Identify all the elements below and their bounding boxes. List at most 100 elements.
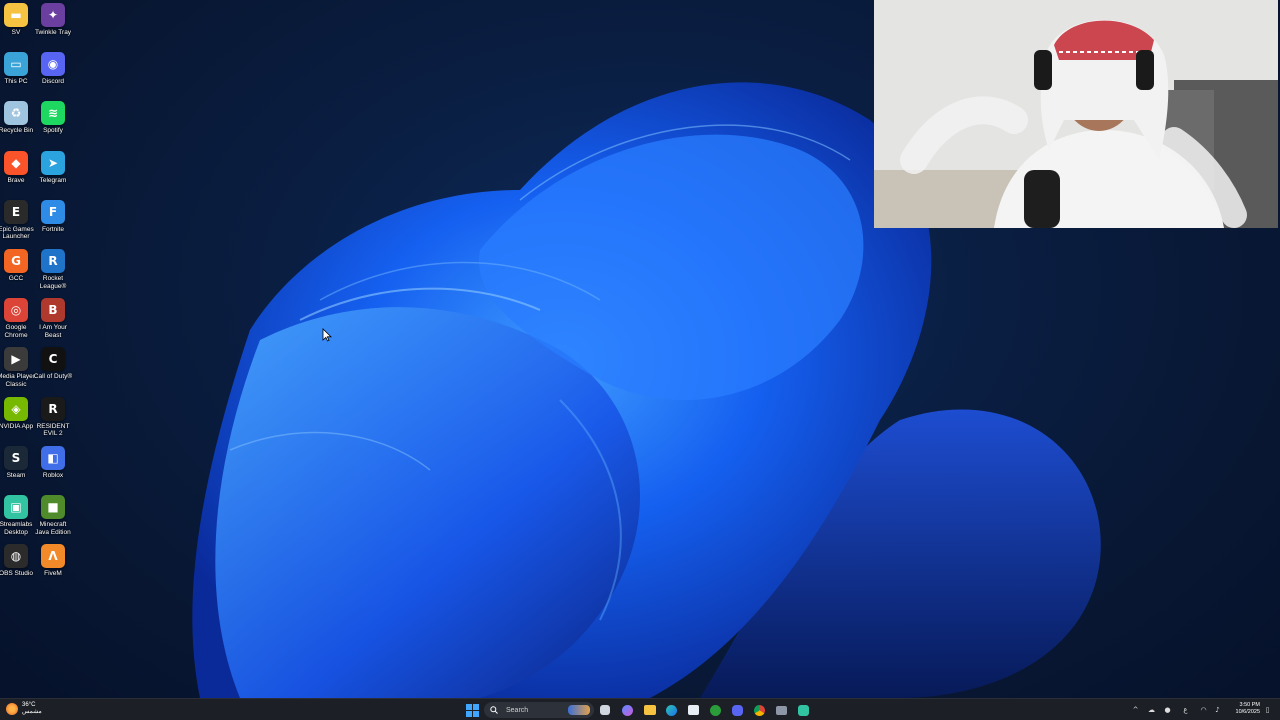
desktop-icon-label: Rocket League®: [39, 275, 67, 290]
twinkle-tray-icon: ✦: [41, 3, 65, 27]
chrome-icon: ◎: [4, 298, 28, 323]
desktop-icon-call-of-duty[interactable]: C Call of Duty®: [33, 347, 73, 381]
desktop-icon-fivem[interactable]: Λ FiveM: [33, 544, 73, 578]
desktop-icon-nvidia[interactable]: ◈ NVIDIA App: [0, 396, 36, 431]
desktop-icon-epic-games[interactable]: E Epic Games Launcher: [0, 199, 36, 241]
desktop-icon-this-pc[interactable]: ▭ This PC: [0, 52, 36, 86]
call-of-duty-icon: C: [41, 347, 65, 372]
task-view-icon: [600, 705, 610, 715]
weather-widget[interactable]: 36°C مشمس: [6, 702, 42, 716]
desktop-icon-label: OBS Studio: [0, 570, 33, 578]
clock-date: 10/6/2025: [1235, 709, 1260, 715]
desktop-icon-obs[interactable]: ◍ OBS Studio: [0, 544, 36, 578]
desktop-icon-resident-evil[interactable]: R RESIDENT EVIL 2: [33, 396, 73, 438]
taskbar-camera[interactable]: [776, 703, 787, 717]
desktop-icon-label: Call of Duty®: [33, 373, 73, 381]
desktop-icon-fortnite[interactable]: F Fortnite: [33, 199, 73, 234]
desktop-icon-label: Fortnite: [41, 225, 65, 233]
taskbar-streamlabs[interactable]: [798, 703, 809, 717]
edge-icon: [666, 704, 677, 716]
fortnite-icon: F: [41, 199, 65, 224]
task-view-button[interactable]: [600, 703, 610, 717]
desktop-icon-roblox[interactable]: ◧ Roblox: [33, 445, 73, 480]
mouse-cursor-icon: [322, 328, 332, 342]
tray-chevron-up-icon[interactable]: ^: [1131, 705, 1140, 714]
taskbar-search-box[interactable]: Search: [484, 702, 594, 718]
desktop-icon-i-am-your-beast[interactable]: BI Am Your Beast: [33, 298, 73, 339]
taskbar-discord[interactable]: [732, 703, 743, 717]
desktop-icon-minecraft[interactable]: ■ Minecraft Java Edition: [33, 495, 73, 536]
epic-games-icon: E: [4, 199, 28, 224]
desktop-icon-brave[interactable]: ◆ Brave: [0, 150, 36, 185]
desktop-icon-spotify[interactable]: ≋ Spotify: [33, 101, 73, 135]
this-pc-icon: ▭: [4, 52, 28, 77]
weather-desc: مشمس: [22, 709, 42, 715]
onedrive-icon[interactable]: ☁: [1147, 705, 1156, 714]
desktop-icon-gcc[interactable]: G GCC: [0, 249, 36, 283]
wifi-icon[interactable]: ◠: [1199, 705, 1208, 714]
desktop-icon-chrome[interactable]: ◎ Google Chrome: [0, 298, 36, 339]
fivem-icon: Λ: [41, 544, 65, 569]
desktop-icon-rocket-league[interactable]: R Rocket League®: [33, 249, 73, 290]
desktop-icon-folder[interactable]: ▬ SV: [0, 3, 36, 37]
desktop-icon-telegram[interactable]: ➤ Telegram: [33, 150, 73, 185]
taskbar-store[interactable]: [688, 703, 699, 717]
desktop-icon-steam[interactable]: S Steam: [0, 445, 36, 480]
desktop-icon-label: Epic Games Launcher: [0, 225, 34, 241]
brave-icon: ◆: [4, 150, 28, 175]
start-button[interactable]: [466, 703, 479, 717]
desktop-icon-streamlabs[interactable]: ▣ Streamlabs Desktop: [0, 495, 36, 536]
clock-time: 3:50 PM: [1239, 702, 1260, 708]
nvidia-icon: ◈: [4, 396, 28, 421]
volume-icon[interactable]: ♪: [1213, 705, 1222, 714]
steam-icon: S: [4, 445, 28, 470]
taskbar-clock[interactable]: 3:50 PM 10/6/2025: [1236, 702, 1260, 716]
taskbar-copilot[interactable]: [622, 703, 633, 717]
notification-bell-icon[interactable]: ▯: [1263, 705, 1272, 714]
desktop-icon-media-player-classic[interactable]: ▶ Media Player Classic: [0, 347, 36, 388]
desktop-icon-label: Media Player Classic: [0, 373, 35, 388]
desktop-icon-label: Minecraft Java Edition: [35, 521, 71, 536]
sun-icon: [6, 703, 18, 715]
desktop-icon-recycle-bin[interactable]: ♻ Recycle Bin: [0, 101, 36, 135]
desktop-icon-label: NVIDIA App: [0, 422, 34, 430]
taskbar-chrome[interactable]: [754, 703, 765, 717]
desktop-icon-label: This PC: [4, 78, 28, 86]
desktop-icon-label: Brave: [7, 176, 25, 184]
taskbar-edge[interactable]: [666, 703, 677, 717]
desktop-icon-label: I Am Your Beast: [39, 324, 67, 339]
copilot-icon: [622, 704, 633, 716]
folder-icon: ▬: [4, 3, 28, 27]
desktop-icon-label: Discord: [41, 78, 65, 86]
roblox-icon: ◧: [41, 445, 65, 470]
weather-temp: 36°C: [22, 702, 36, 708]
desktop-icon-label: Roblox: [42, 471, 64, 479]
discord-icon: [732, 704, 743, 716]
desktop-icon-label: SV: [11, 29, 21, 36]
microphone-icon[interactable]: ●: [1163, 705, 1172, 714]
resident-evil-icon: R: [41, 396, 65, 421]
windows-start-icon: [466, 703, 479, 717]
streamlabs-icon: [798, 704, 809, 716]
desktop-icon-label: GCC: [8, 275, 24, 282]
desktop-icon-discord[interactable]: ◉ Discord: [33, 52, 73, 86]
language-indicator[interactable]: ع: [1181, 705, 1190, 714]
desktop-icon-twinkle-tray[interactable]: ✦ Twinkle Tray: [33, 3, 73, 37]
taskbar-file-explorer[interactable]: [644, 703, 656, 717]
desktop-icon-label: Spotify: [43, 127, 63, 135]
search-label: Search: [506, 706, 529, 714]
taskbar-xbox[interactable]: [710, 703, 721, 717]
file-explorer-icon: [644, 705, 656, 715]
desktop-icon-label: Streamlabs Desktop: [0, 521, 33, 536]
media-player-classic-icon: ▶: [4, 347, 28, 372]
telegram-icon: ➤: [41, 150, 65, 175]
camera-icon: [776, 705, 787, 715]
store-icon: [688, 705, 699, 715]
webcam-overlay: [874, 0, 1278, 228]
discord-icon: ◉: [41, 52, 65, 77]
desktop-icon-label: Telegram: [39, 176, 67, 184]
spotify-icon: ≋: [41, 101, 65, 126]
minecraft-icon: ■: [41, 495, 65, 519]
webcam-person-image: [874, 0, 1278, 228]
gcc-icon: G: [4, 249, 28, 273]
